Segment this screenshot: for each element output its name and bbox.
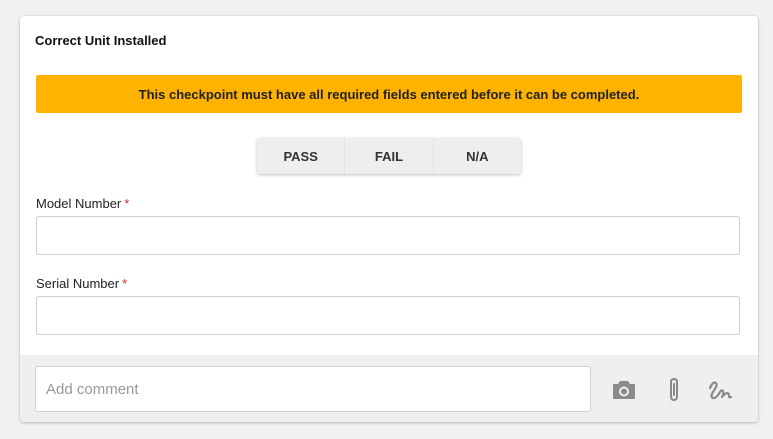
warning-text: This checkpoint must have all required f… (138, 86, 640, 102)
fail-button[interactable]: FAIL (345, 138, 434, 174)
signature-icon[interactable] (706, 376, 734, 404)
serial-number-label-text: Serial Number (36, 276, 120, 291)
checkpoint-title: Correct Unit Installed (35, 33, 167, 48)
required-marker: * (122, 276, 128, 291)
required-marker: * (124, 196, 130, 211)
paperclip-icon[interactable] (660, 376, 688, 404)
comment-footer (20, 355, 758, 422)
na-button[interactable]: N/A (434, 138, 521, 174)
model-number-field[interactable] (36, 216, 740, 255)
model-number-label: Model Number * (36, 196, 129, 211)
comment-input[interactable] (35, 366, 591, 412)
pass-button[interactable]: PASS (257, 138, 346, 174)
camera-icon[interactable] (610, 376, 638, 404)
result-toggle: PASS FAIL N/A (257, 138, 521, 174)
serial-number-label: Serial Number * (36, 276, 127, 291)
checkpoint-card: Correct Unit Installed This checkpoint m… (20, 16, 758, 422)
model-number-label-text: Model Number (36, 196, 122, 211)
serial-number-field[interactable] (36, 296, 740, 335)
required-fields-warning: This checkpoint must have all required f… (36, 75, 742, 113)
